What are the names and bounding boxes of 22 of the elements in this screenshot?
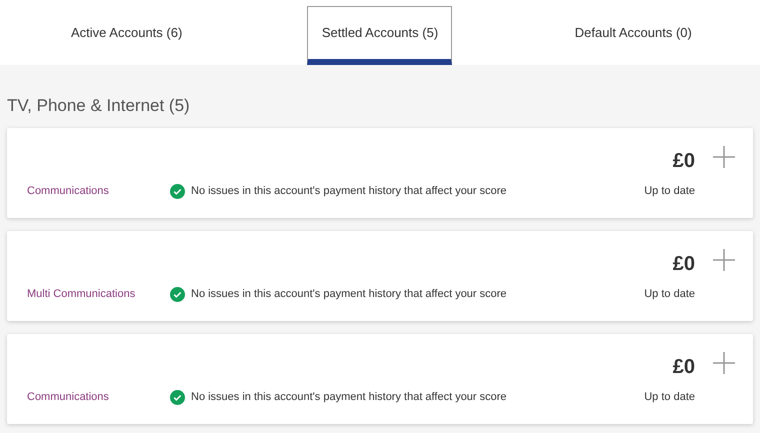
check-icon bbox=[170, 390, 185, 405]
section-title: TV, Phone & Internet (5) bbox=[7, 96, 191, 116]
tab[interactable]: Default Accounts (0) bbox=[560, 6, 706, 65]
account-name[interactable]: Communications bbox=[27, 183, 170, 200]
tab[interactable]: Active Accounts (6) bbox=[54, 6, 200, 65]
status-label: Up to date bbox=[644, 184, 695, 199]
check-icon bbox=[170, 184, 185, 199]
account-name[interactable]: Multi Communications bbox=[27, 286, 170, 302]
status-text: No issues in this account's payment history that affect your score bbox=[191, 287, 507, 302]
status-text: No issues in this account's payment history that affect your score bbox=[191, 184, 507, 199]
amount: £0 bbox=[672, 355, 695, 380]
status-text: No issues in this account's payment history that affect your score bbox=[191, 390, 507, 405]
expand-icon[interactable] bbox=[713, 352, 735, 374]
account-name[interactable]: Communications bbox=[27, 389, 170, 406]
expand-icon[interactable] bbox=[713, 249, 735, 271]
amount: £0 bbox=[672, 252, 695, 277]
expand-icon[interactable] bbox=[713, 146, 735, 168]
status-label: Up to date bbox=[644, 390, 695, 405]
amount: £0 bbox=[672, 149, 695, 174]
tab[interactable]: Settled Accounts (5) bbox=[307, 6, 452, 65]
status-label: Up to date bbox=[644, 287, 695, 302]
check-icon bbox=[170, 286, 185, 302]
